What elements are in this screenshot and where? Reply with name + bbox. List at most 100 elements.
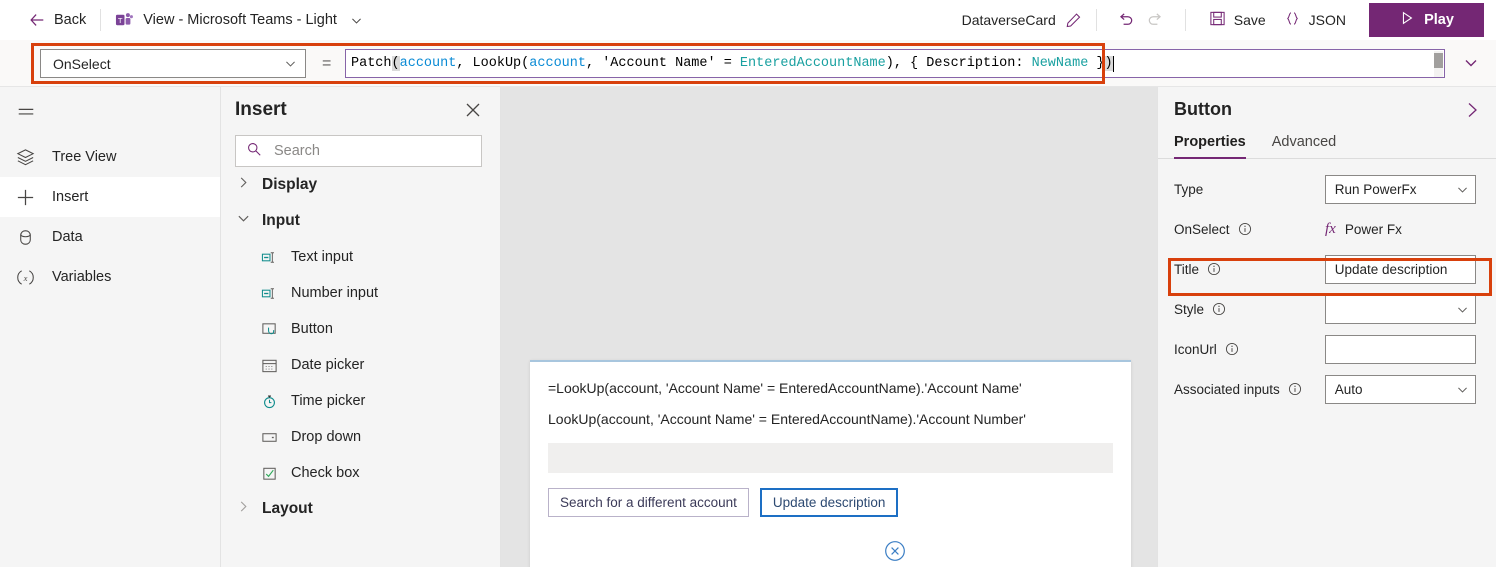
chevron-down-icon (284, 57, 297, 70)
design-canvas[interactable]: =LookUp(account, 'Account Name' = Entere… (501, 87, 1157, 567)
play-icon (1399, 10, 1415, 30)
chevron-down-icon (1456, 183, 1469, 196)
property-name: IconUrl (1174, 341, 1217, 357)
properties-panel-tabs: Properties Advanced (1158, 122, 1496, 159)
expand-formula-bar-button[interactable] (1462, 54, 1480, 72)
insert-item-label: Check box (291, 465, 360, 481)
property-row-title: Title Update description (1158, 249, 1496, 289)
insert-item-drop-down[interactable]: Drop down (221, 419, 500, 455)
app-name-block: DataverseCard (962, 12, 1082, 29)
insert-item-number-input[interactable]: Number input (221, 275, 500, 311)
search-input[interactable] (272, 142, 471, 160)
insert-group-display[interactable]: Display (221, 167, 500, 203)
card-button-row: Search for a different account Update de… (548, 488, 1131, 517)
insert-item-check-box[interactable]: Check box (221, 455, 500, 491)
button-icon (260, 320, 278, 338)
fx-icon: fx (1325, 220, 1336, 237)
card-text-input[interactable] (548, 443, 1113, 473)
tab-properties[interactable]: Properties (1174, 134, 1246, 159)
insert-item-label: Text input (291, 249, 354, 265)
insert-group-input[interactable]: Input (221, 203, 500, 239)
delete-circle-icon[interactable] (884, 540, 906, 562)
property-control-associated-inputs-select[interactable]: Auto (1324, 374, 1476, 404)
property-label-title: Title (1174, 262, 1325, 277)
pencil-icon[interactable] (1065, 12, 1082, 29)
hamburger-icon[interactable] (12, 99, 40, 127)
sidebar-item-variables[interactable]: x Variables (0, 257, 220, 297)
property-control-iconurl-input[interactable] (1324, 334, 1476, 364)
document-title[interactable]: T View - Microsoft Teams - Light (115, 11, 363, 30)
close-icon[interactable] (462, 99, 484, 121)
teams-icon: T (115, 11, 134, 30)
json-label: JSON (1308, 12, 1346, 28)
properties-panel: Button Properties Advanced Type Run Powe… (1157, 87, 1496, 567)
info-icon[interactable] (1212, 302, 1226, 316)
divider (100, 9, 102, 31)
arrow-left-icon (28, 11, 46, 29)
property-row-associated-inputs: Associated inputs Auto (1158, 369, 1496, 409)
chevron-down-icon (237, 212, 250, 230)
back-button[interactable]: Back (28, 11, 86, 29)
top-command-bar: Back T View - Microsoft Teams - Light Da… (0, 0, 1496, 40)
property-value: Auto (1334, 381, 1363, 397)
save-icon (1209, 10, 1226, 30)
formula-input[interactable]: Patch(account, LookUp(account, 'Account … (345, 49, 1445, 78)
sidebar-item-tree-view[interactable]: Tree View (0, 137, 220, 177)
property-dropdown[interactable]: OnSelect (40, 49, 306, 78)
property-row-style: Style (1158, 289, 1496, 329)
text-input-icon (260, 248, 278, 266)
checkbox-icon (260, 464, 278, 482)
card-preview[interactable]: =LookUp(account, 'Account Name' = Entere… (530, 360, 1131, 567)
insert-group-layout[interactable]: Layout (221, 491, 500, 527)
info-icon[interactable] (1238, 222, 1252, 236)
formula-text: Patch(account, LookUp(account, 'Account … (351, 56, 1113, 71)
card-button-update-description[interactable]: Update description (759, 488, 899, 517)
search-input-wrapper[interactable] (235, 135, 482, 167)
sidebar-item-insert[interactable]: Insert (0, 177, 220, 217)
card-text-line-2: LookUp(account, 'Account Name' = Entered… (548, 411, 1026, 427)
variables-icon: x (14, 266, 36, 288)
property-label-onselect: OnSelect (1174, 222, 1325, 237)
play-button[interactable]: Play (1369, 3, 1484, 37)
info-icon[interactable] (1225, 342, 1239, 356)
property-control-style-select[interactable] (1324, 294, 1476, 324)
insert-panel-title: Insert (235, 99, 287, 120)
insert-item-date-picker[interactable]: Date picker (221, 347, 500, 383)
property-control-type-select[interactable]: Run PowerFx (1324, 174, 1476, 204)
equals-sign: = (322, 55, 332, 72)
card-button-search-different-account[interactable]: Search for a different account (548, 488, 749, 517)
insert-item-label: Time picker (291, 393, 366, 409)
info-icon[interactable] (1288, 382, 1302, 396)
chevron-right-icon (237, 176, 250, 194)
sidebar-item-label: Tree View (52, 149, 117, 165)
property-row-type: Type Run PowerFx (1158, 169, 1496, 209)
top-bar-right-actions: DataverseCard Save JSON Play (962, 0, 1496, 40)
json-button[interactable]: JSON (1275, 5, 1355, 35)
tab-advanced[interactable]: Advanced (1272, 134, 1337, 158)
formula-bar: OnSelect = Patch(account, LookUp(account… (0, 40, 1496, 87)
info-icon[interactable] (1207, 262, 1221, 276)
chevron-right-icon[interactable] (1462, 100, 1482, 120)
insert-item-text-input[interactable]: Text input (221, 239, 500, 275)
app-name-label: DataverseCard (961, 12, 1056, 28)
properties-panel-title: Button (1174, 99, 1232, 119)
property-control-onselect-powerfx[interactable]: fx Power Fx (1325, 221, 1476, 238)
property-label-type: Type (1174, 182, 1325, 197)
property-label-iconurl: IconUrl (1174, 342, 1325, 357)
insert-item-button[interactable]: Button (221, 311, 500, 347)
insert-item-time-picker[interactable]: Time picker (221, 383, 500, 419)
save-button[interactable]: Save (1200, 5, 1275, 35)
property-value: Run PowerFx (1334, 181, 1417, 197)
properties-panel-header: Button (1158, 87, 1496, 122)
formula-scrollbar[interactable] (1434, 51, 1443, 77)
undo-button[interactable] (1111, 5, 1141, 35)
insert-panel-header: Insert (221, 87, 500, 125)
sidebar-item-data[interactable]: Data (0, 217, 220, 257)
search-icon (246, 141, 262, 162)
property-name: Type (1174, 181, 1204, 197)
property-name: Style (1174, 301, 1205, 317)
property-control-title-input[interactable]: Update description (1324, 254, 1476, 284)
chevron-down-icon (1456, 383, 1469, 396)
property-label-associated-inputs: Associated inputs (1174, 382, 1325, 397)
power-apps-cards-designer: Back T View - Microsoft Teams - Light Da… (0, 0, 1496, 567)
